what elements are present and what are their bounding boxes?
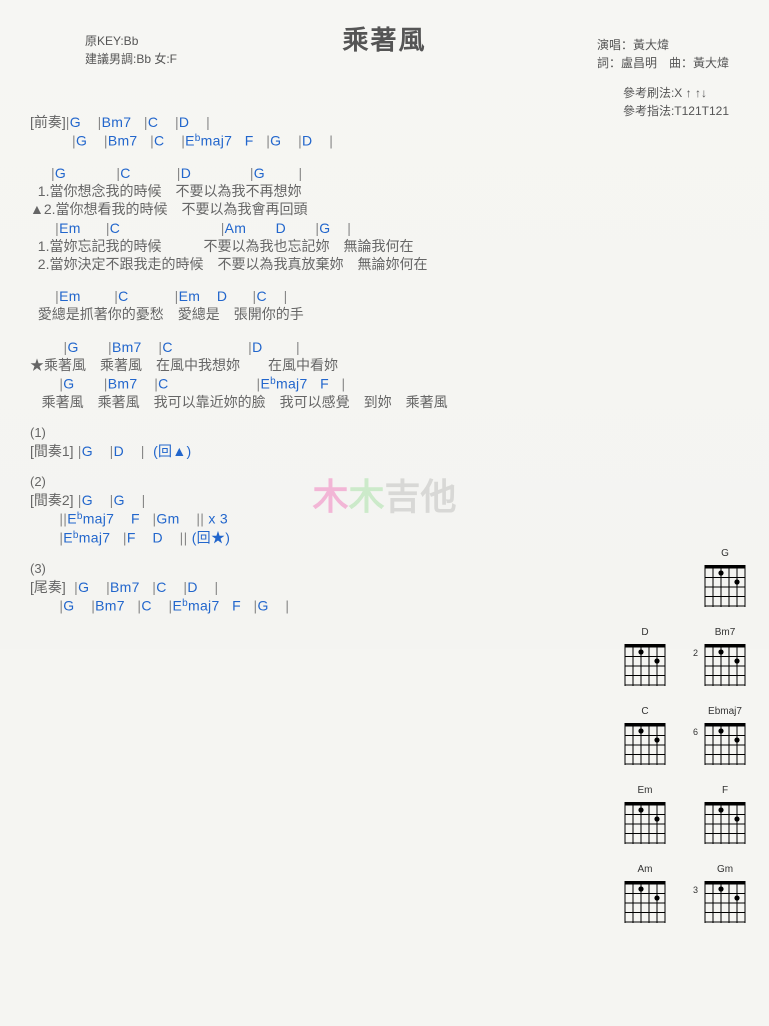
interlude-2-line3: |Ebmaj7 |F D || (回★) xyxy=(30,528,739,547)
chord-diagram-label: F xyxy=(699,785,751,796)
verse-block: |G |C |D |G | 1.當你想念我的時候 不要以為我不再想妳 ▲2.當你… xyxy=(30,164,739,273)
chord-diagram-label: Ebmaj7 xyxy=(699,706,751,717)
lyricist-composer: 詞：盧昌明 曲：黃大煒 xyxy=(597,54,729,72)
chord-diagram-f: F xyxy=(699,785,751,846)
chord-diagram-c: C xyxy=(619,706,671,767)
fretboard-icon xyxy=(701,561,749,609)
fretboard-icon xyxy=(621,877,669,925)
verse-lyric-1a: 1.當你想念我的時候 不要以為我不再想妳 xyxy=(30,182,739,200)
verse-lyric-2a: 1.當妳忘記我的時候 不要以為我也忘記妳 無論我何在 xyxy=(30,237,739,255)
section-1-num: (1) xyxy=(30,425,739,442)
section-2-num: (2) xyxy=(30,474,739,491)
fretboard-icon xyxy=(701,798,749,846)
chord-diagram-row: AmGm3 xyxy=(601,864,751,925)
interlude-2: [間奏2] |G |G | ||Ebmaj7 F |Gm || x 3 |Ebm… xyxy=(30,491,739,547)
fretboard-icon: 2 xyxy=(701,640,749,688)
fret-number: 6 xyxy=(693,727,698,737)
chord-diagram-gm: Gm 3 xyxy=(699,864,751,925)
fret-number: 2 xyxy=(693,648,698,658)
chorus-lyric-1: ★乘著風 乘著風 在風中我想妳 在風中看妳 xyxy=(30,356,739,374)
finger-pattern: 參考指法:T121T121 xyxy=(623,102,729,120)
verse-lyric-1b: ▲2.當你想看我的時候 不要以為我會再回頭 xyxy=(30,200,739,218)
chord-diagram-row: Em F xyxy=(601,785,751,846)
chord-diagram-label: Em xyxy=(619,785,671,796)
chorus-block: |G |Bm7 |C |D | ★乘著風 乘著風 在風中我想妳 在風中看妳 |G… xyxy=(30,338,739,411)
prechorus-block: |Em |C |Em D |C | 愛總是抓著你的憂愁 愛總是 張開你的手 xyxy=(30,287,739,323)
chord-diagrams: GDBm72CEbmaj76EmFAmGm3 xyxy=(601,548,751,943)
chord-diagram-em: Em xyxy=(619,785,671,846)
original-key: 原KEY:Bb xyxy=(85,32,177,50)
chord-diagram-label: D xyxy=(619,627,671,638)
strum-pattern: 參考刷法:X ↑ ↑↓ xyxy=(623,84,729,102)
chorus-lyric-2: 乘著風 乘著風 我可以靠近妳的臉 我可以感覺 到妳 乘著風 xyxy=(30,393,739,411)
singer: 演唱：黃大煒 xyxy=(597,36,729,54)
fretboard-icon: 6 xyxy=(701,719,749,767)
verse-lyric-2b: 2.當妳決定不跟我走的時候 不要以為我真放棄妳 無論妳何在 xyxy=(30,255,739,273)
chord-diagram-label: C xyxy=(619,706,671,717)
fretboard-icon xyxy=(621,719,669,767)
fretboard-icon xyxy=(621,798,669,846)
sheet-body: [前奏]|G |Bm7 |C |D | |G |Bm7 |C |Ebmaj7 F… xyxy=(30,113,739,615)
fretboard-icon: 3 xyxy=(701,877,749,925)
suggested-key: 建議男調:Bb 女:F xyxy=(85,50,177,68)
chorus-chords-2: |G |Bm7 |C |Ebmaj7 F | xyxy=(30,374,739,393)
intro-line2: |G |Bm7 |C |Ebmaj7 F |G |D | xyxy=(72,131,739,150)
reference-box: 參考刷法:X ↑ ↑↓ 參考指法:T121T121 xyxy=(623,84,729,120)
chorus-chords-1: |G |Bm7 |C |D | xyxy=(30,338,739,356)
chord-diagram-d: D xyxy=(619,627,671,688)
chord-diagram-g: G xyxy=(699,548,751,609)
chord-diagram-label: G xyxy=(699,548,751,559)
prechorus-lyric: 愛總是抓著你的憂愁 愛總是 張開你的手 xyxy=(30,305,739,323)
interlude-1: [間奏1] |G |D | (回▲) xyxy=(30,442,739,460)
chord-diagram-label: Am xyxy=(619,864,671,875)
key-info: 原KEY:Bb 建議男調:Bb 女:F xyxy=(85,32,177,68)
chord-diagram-label: Gm xyxy=(699,864,751,875)
interlude-2-line2: ||Ebmaj7 F |Gm || x 3 xyxy=(30,509,739,528)
chord-diagram-row: DBm72 xyxy=(601,627,751,688)
chord-sheet-page: 乘著風 原KEY:Bb 建議男調:Bb 女:F 演唱：黃大煒 詞：盧昌明 曲：黃… xyxy=(0,0,769,649)
chord-diagram-bm7: Bm72 xyxy=(699,627,751,688)
chord-diagram-label: Bm7 xyxy=(699,627,751,638)
chord-diagram-row: G xyxy=(601,548,751,609)
credits: 演唱：黃大煒 詞：盧昌明 曲：黃大煒 xyxy=(597,36,729,72)
chord-diagram-am: Am xyxy=(619,864,671,925)
chord-diagram-ebmaj7: Ebmaj7 6 xyxy=(699,706,751,767)
fretboard-icon xyxy=(621,640,669,688)
chord-diagram-row: CEbmaj76 xyxy=(601,706,751,767)
fret-number: 3 xyxy=(693,885,698,895)
verse-chords-1: |G |C |D |G | xyxy=(30,164,739,182)
prechorus-chords: |Em |C |Em D |C | xyxy=(30,287,739,305)
verse-chords-2: |Em |C |Am D |G | xyxy=(30,219,739,237)
